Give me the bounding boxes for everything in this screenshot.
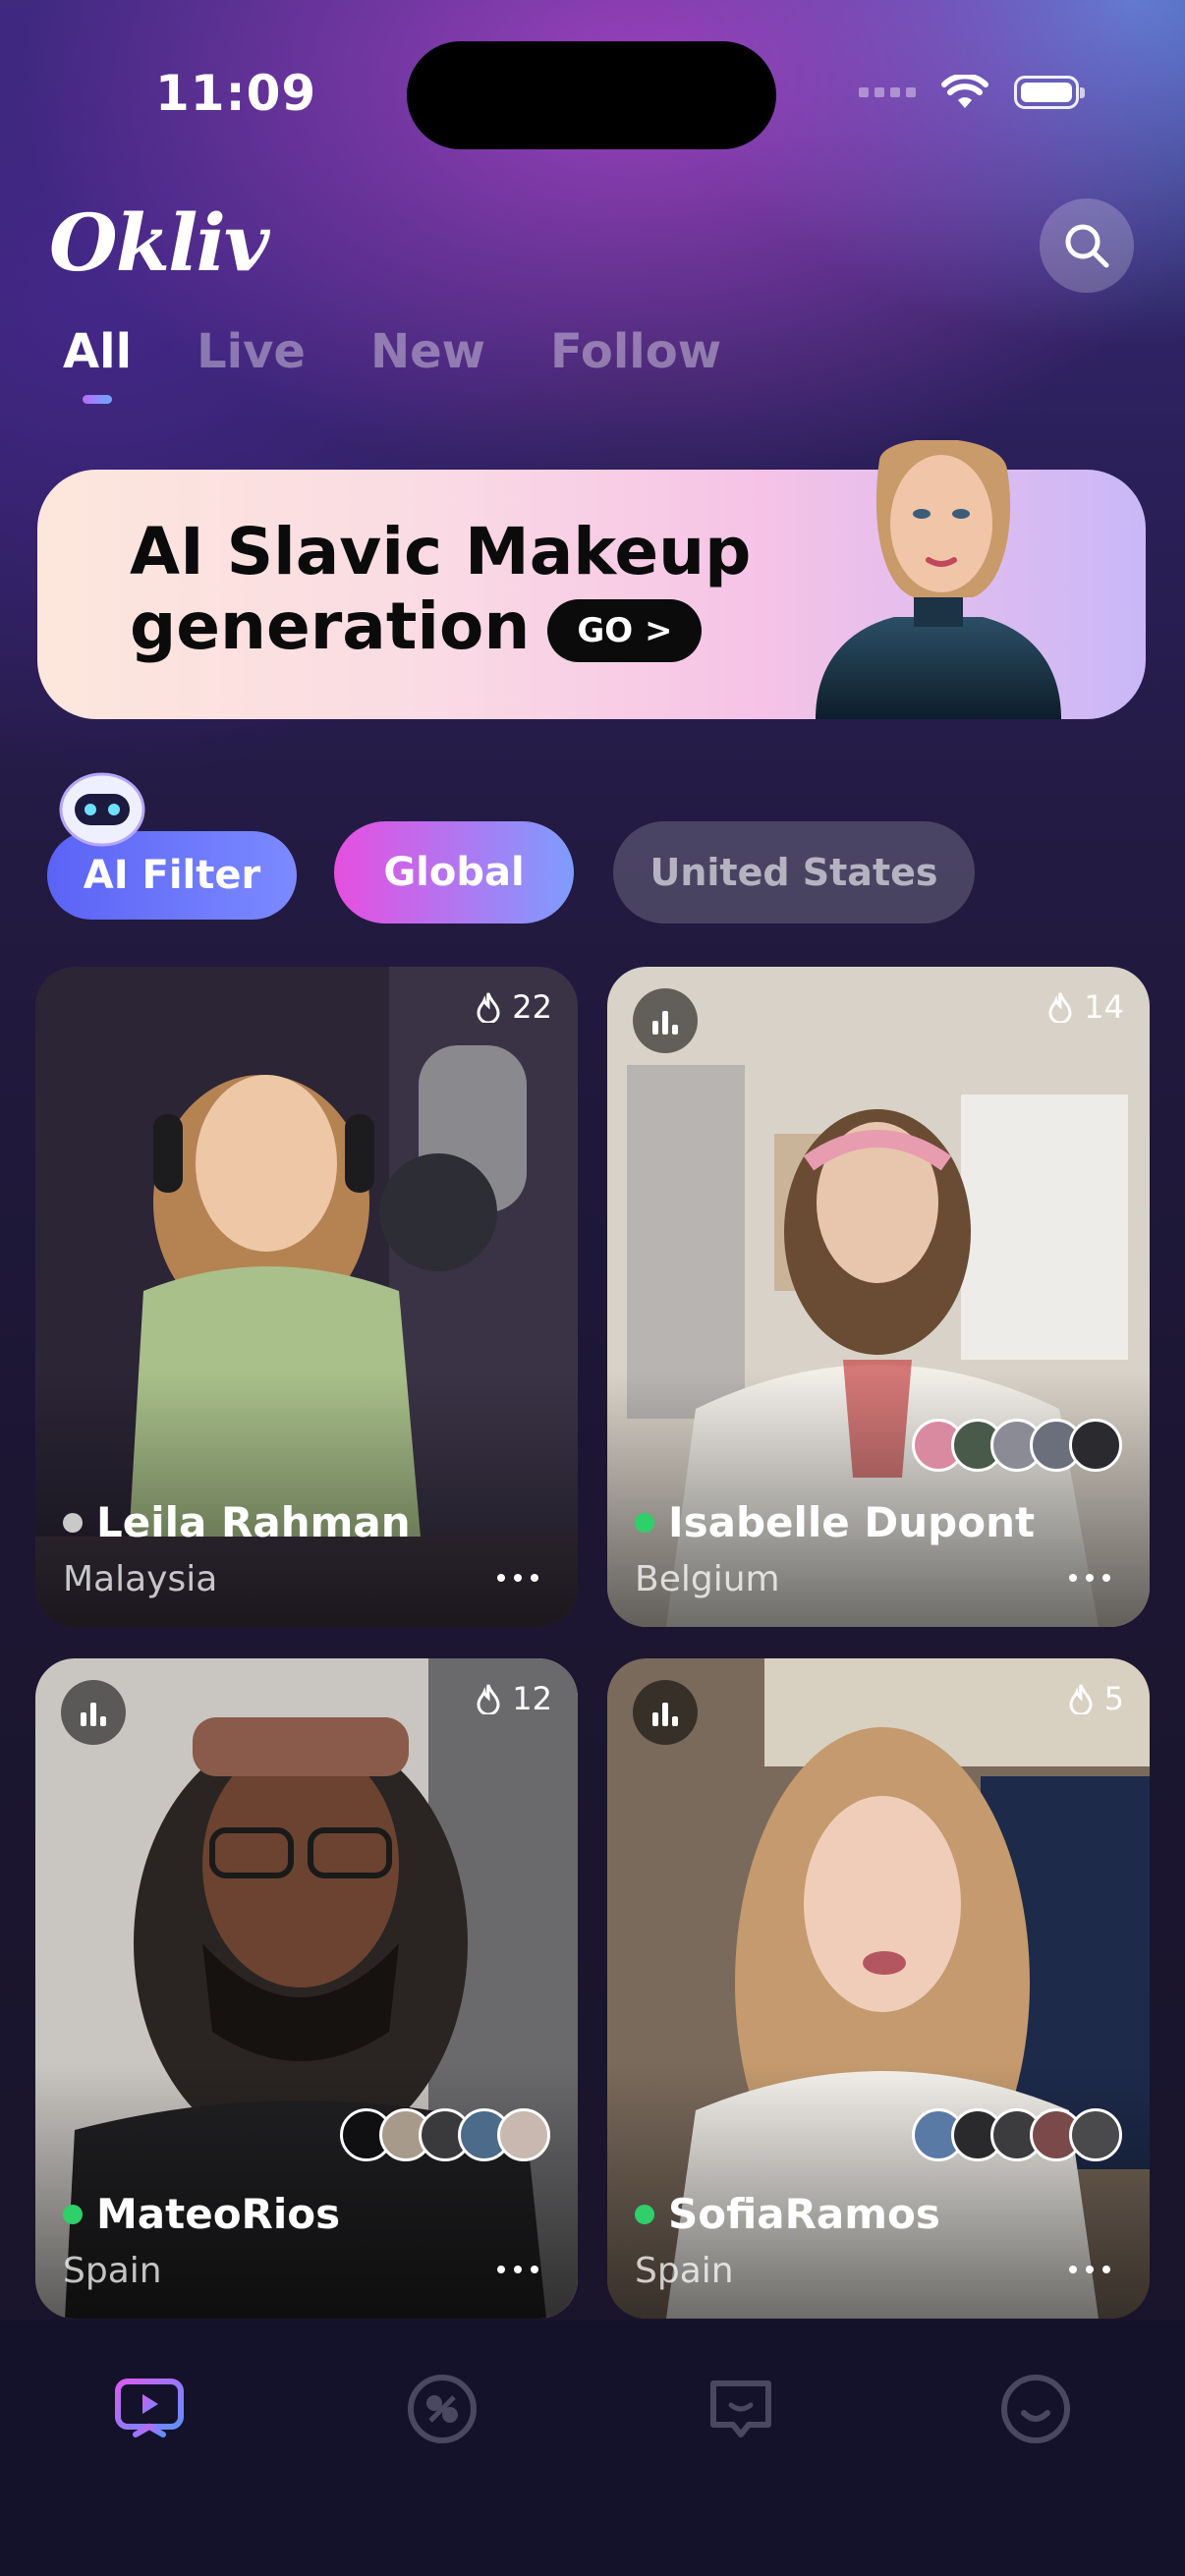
more-options-icon[interactable] bbox=[497, 1574, 538, 1582]
global-filter-button[interactable]: Global bbox=[334, 821, 574, 924]
banner-title-line2-row: generation GO > bbox=[130, 589, 751, 664]
streamer-name-row: Leila Rahman bbox=[63, 1498, 411, 1546]
more-options-icon[interactable] bbox=[1069, 2266, 1110, 2273]
app-logo: Okliv bbox=[49, 196, 269, 289]
country-filter-label: United States bbox=[649, 851, 938, 894]
streamer-name-row: SofiaRamos bbox=[635, 2190, 940, 2238]
viewer-count-value: 12 bbox=[512, 1680, 552, 1717]
streamer-name: SofiaRamos bbox=[668, 2190, 940, 2238]
fire-icon bbox=[477, 992, 500, 1023]
viewer-count-value: 5 bbox=[1103, 1680, 1124, 1717]
fire-icon bbox=[477, 1684, 500, 1714]
battery-icon bbox=[1014, 76, 1085, 109]
search-button[interactable] bbox=[1040, 198, 1134, 293]
viewer-count: 5 bbox=[1069, 1680, 1124, 1717]
viewer-count: 12 bbox=[477, 1680, 552, 1717]
streamer-country: Belgium bbox=[635, 1559, 780, 1599]
search-icon bbox=[1065, 224, 1109, 268]
stream-card[interactable]: 14 Isabelle Dupont Belgium bbox=[607, 967, 1150, 1627]
streamer-name: Isabelle Dupont bbox=[668, 1498, 1036, 1546]
profile-icon[interactable] bbox=[996, 2370, 1075, 2448]
robot-icon bbox=[59, 772, 145, 847]
fire-icon bbox=[1069, 1684, 1093, 1714]
stream-card[interactable]: 22 Leila Rahman Malaysia bbox=[35, 967, 578, 1627]
viewer-avatars bbox=[912, 2108, 1122, 2161]
banner-title-line2: generation bbox=[130, 588, 531, 664]
status-dot bbox=[635, 2204, 654, 2224]
status-time: 11:09 bbox=[155, 65, 317, 122]
live-bars-icon bbox=[633, 988, 698, 1053]
banner-go-button[interactable]: GO > bbox=[547, 598, 703, 662]
status-icons bbox=[859, 75, 1085, 110]
global-filter-label: Global bbox=[383, 850, 525, 895]
tab-follow[interactable]: Follow bbox=[550, 324, 721, 379]
live-tv-icon[interactable] bbox=[110, 2370, 189, 2448]
fire-icon bbox=[1048, 992, 1072, 1023]
dynamic-island bbox=[407, 41, 776, 149]
top-tabs: All Live New Follow bbox=[63, 324, 721, 404]
banner-title: AI Slavic Makeup generation GO > bbox=[130, 515, 751, 664]
more-options-icon[interactable] bbox=[1069, 1574, 1110, 1582]
stream-card[interactable]: 12 MateoRios Spain bbox=[35, 1658, 578, 2319]
streamer-country: Spain bbox=[635, 2251, 734, 2291]
streamer-country: Malaysia bbox=[63, 1559, 218, 1599]
stream-card[interactable]: 5 SofiaRamos Spain bbox=[607, 1658, 1150, 2319]
viewer-count: 14 bbox=[1048, 988, 1124, 1026]
status-dot bbox=[635, 1512, 654, 1533]
banner-android-figure bbox=[816, 440, 1061, 719]
viewer-count: 22 bbox=[477, 988, 552, 1026]
live-bars-icon bbox=[633, 1680, 698, 1745]
status-dot bbox=[63, 2204, 83, 2224]
country-filter-button[interactable]: United States bbox=[613, 821, 975, 924]
streamer-country: Spain bbox=[63, 2251, 162, 2291]
live-bars-icon bbox=[61, 1680, 126, 1745]
viewer-count-value: 22 bbox=[512, 988, 552, 1026]
viewer-avatars bbox=[912, 1419, 1122, 1472]
more-options-icon[interactable] bbox=[497, 2266, 538, 2273]
match-icon[interactable] bbox=[403, 2370, 481, 2448]
promo-banner[interactable]: AI Slavic Makeup generation GO > bbox=[37, 440, 1146, 719]
viewer-avatars bbox=[340, 2108, 550, 2161]
tab-new[interactable]: New bbox=[370, 324, 485, 379]
avatar bbox=[497, 2108, 550, 2161]
avatar bbox=[1069, 2108, 1122, 2161]
filter-row: AI Filter Global United States bbox=[47, 772, 1148, 924]
streamer-name: Leila Rahman bbox=[96, 1498, 411, 1546]
tab-live[interactable]: Live bbox=[197, 324, 306, 379]
chat-icon[interactable] bbox=[702, 2370, 780, 2448]
wifi-icon bbox=[941, 75, 988, 108]
banner-title-line1: AI Slavic Makeup bbox=[130, 514, 752, 589]
streamer-name-row: MateoRios bbox=[63, 2190, 340, 2238]
signal-icon bbox=[859, 87, 916, 97]
streamer-name-row: Isabelle Dupont bbox=[635, 1498, 1035, 1546]
avatar bbox=[1069, 1419, 1122, 1472]
bottom-nav bbox=[0, 2321, 1185, 2576]
tab-all[interactable]: All bbox=[63, 324, 132, 404]
status-dot bbox=[63, 1512, 83, 1533]
viewer-count-value: 14 bbox=[1084, 988, 1124, 1026]
ai-filter-label: AI Filter bbox=[83, 853, 261, 898]
streamer-name: MateoRios bbox=[96, 2190, 341, 2238]
